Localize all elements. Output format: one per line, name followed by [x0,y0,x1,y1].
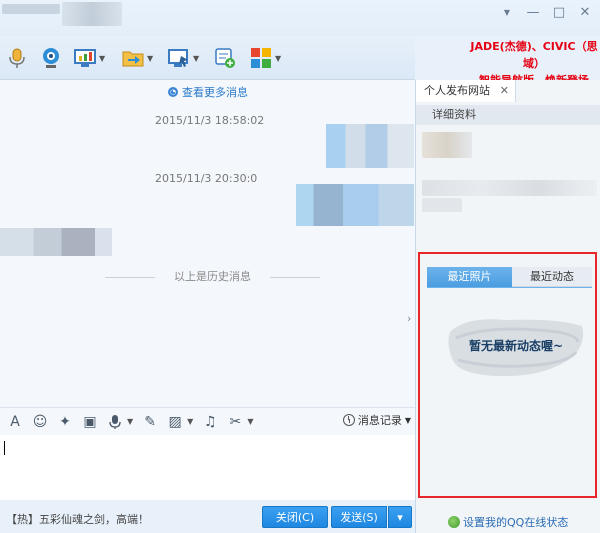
chevron-down-icon: ▼ [404,415,411,425]
send-file-button[interactable]: ▼ [122,46,153,70]
qq-online-status-label: 设置我的QQ在线状态 [463,516,569,529]
profile-info-blurred [422,132,472,158]
close-chat-button[interactable]: 关闭(C) [262,506,328,528]
empty-state-text: 暂无最新动态喔~ [468,339,564,353]
emoji-icon[interactable]: ☺ [29,411,51,433]
tab-underline [427,287,592,288]
promo-line-1: JADE(杰德)、CIVIC（思域） [470,40,598,70]
remote-assist-icon [168,47,190,69]
message-history-button[interactable]: 消息记录 ▼ [342,412,411,428]
view-more-label: 查看更多消息 [182,86,248,99]
view-more-messages-link[interactable]: ◔ 查看更多消息 [168,84,248,100]
webcam-button[interactable] [40,46,62,70]
microphone-button[interactable] [6,46,28,70]
tab-personal-site[interactable]: 个人发布网站 ✕ [416,80,516,102]
message-input[interactable] [0,435,415,500]
chevron-down-icon[interactable]: ▼ [147,54,153,63]
close-icon[interactable]: ✕ [500,80,509,102]
contact-name-blurred [2,4,60,14]
clock-icon: ◔ [168,87,178,97]
add-contact-icon [214,47,236,69]
screenshot-scissors-icon[interactable]: ✂ [224,411,246,433]
apps-grid-icon [250,47,272,69]
profile-info-blurred [422,198,462,212]
send-file-icon [122,47,144,69]
history-divider: 以上是历史消息 [105,270,320,284]
empty-state: 暂无最新动态喔~ [446,312,586,384]
chevron-down-icon[interactable]: ▼ [193,54,199,63]
apps-grid-button[interactable]: ▼ [250,46,281,70]
image-icon[interactable]: ▨ [164,411,186,433]
voice-message-icon[interactable] [104,411,126,433]
webcam-icon [40,47,62,69]
clock-icon [342,414,355,426]
incoming-message-blurred [0,228,112,256]
ad-text: 五彩仙魂之剑，高端！ [39,513,149,526]
magic-wand-icon[interactable]: ✦ [54,411,76,433]
message-bubble-blurred [326,124,414,168]
title-bar: ▼ — □ ✕ [0,0,600,36]
chevron-down-icon[interactable]: ▼ [187,417,193,426]
chevron-down-icon[interactable]: ▼ [99,54,105,63]
window-menu-button[interactable]: ▼ [498,5,516,21]
remote-assist-button[interactable]: ▼ [168,46,199,70]
send-options-dropdown[interactable]: ▾ [388,506,412,528]
chevron-down-icon[interactable]: ▼ [127,417,133,426]
text-cursor [4,441,5,455]
message-timestamp: 2015/11/3 18:58:02 [155,114,265,127]
ad-link[interactable]: 【热】五彩仙魂之剑，高端！ [6,511,149,527]
message-bubble-blurred [296,184,414,226]
font-icon[interactable]: A [4,411,26,433]
tab-recent-activity[interactable]: 最近动态 [512,267,592,287]
contact-status-blurred [62,2,122,26]
detail-info-header: 详细资料 [416,105,600,125]
edit-toolbar: A ☺ ✦ ▣ ▼ ✎ ▨ ▼ ♫ ✂ ▼ 消息记录 ▼ [0,407,415,435]
tab-recent-photos[interactable]: 最近照片 [427,267,512,287]
ad-hot-tag: 【热】 [6,513,39,526]
edit-icon[interactable]: ✎ [139,411,161,433]
chat-toolbar: ▼ ▼ ▼ ▼ [0,36,415,80]
chevron-down-icon[interactable]: ▼ [247,417,253,426]
chevron-down-icon[interactable]: ▼ [275,54,281,63]
message-history-label: 消息记录 [357,414,402,427]
screen-share-button[interactable]: ▼ [74,46,105,70]
message-timestamp: 2015/11/3 20:30:0 [155,172,258,185]
screen-share-icon [74,47,96,69]
tab-personal-site-label: 个人发布网站 [424,84,490,97]
qq-status-icon [448,516,460,528]
profile-info-blurred [422,180,597,196]
chat-history[interactable]: ◔ 查看更多消息 2015/11/3 18:58:02 2015/11/3 20… [0,80,415,407]
minimize-button[interactable]: — [524,5,542,21]
qq-online-status-link[interactable]: 设置我的QQ在线状态 [448,514,568,530]
microphone-icon [6,47,28,69]
gif-icon[interactable]: ▣ [79,411,101,433]
maximize-button[interactable]: □ [550,5,568,21]
send-button[interactable]: 发送(S) [331,506,387,528]
music-icon[interactable]: ♫ [199,411,221,433]
close-button[interactable]: ✕ [576,5,594,21]
add-contact-button[interactable] [214,46,236,70]
chevron-right-icon[interactable]: › [407,312,411,325]
